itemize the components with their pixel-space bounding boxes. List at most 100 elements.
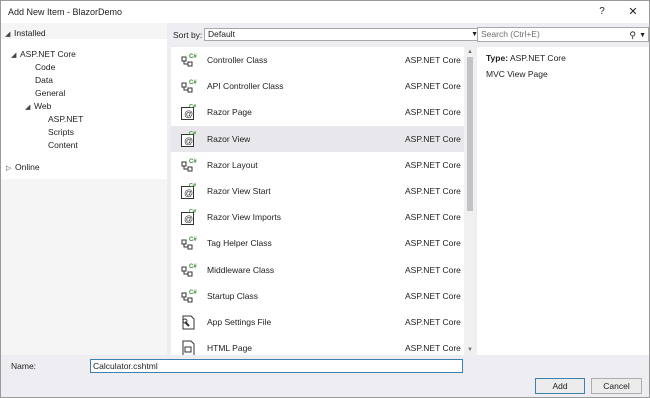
settings-file-icon xyxy=(179,313,197,331)
template-item-name: Middleware Class xyxy=(207,264,275,275)
tree-item-aspnet-core[interactable]: ◢ ASP.NET Core xyxy=(11,48,76,61)
template-item-language: ASP.NET Core xyxy=(405,317,461,327)
template-list-scrollbar[interactable]: ▲ ▼ xyxy=(464,47,476,355)
template-item[interactable]: C# API Controller Class ASP.NET Core xyxy=(171,73,464,99)
svg-text:C#: C# xyxy=(189,290,197,296)
template-item[interactable]: C# Tag Helper Class ASP.NET Core xyxy=(171,230,464,256)
html-page-icon xyxy=(179,339,197,355)
tree-item-label: Installed xyxy=(14,28,46,38)
svg-text:C#: C# xyxy=(189,159,197,165)
svg-text:@: @ xyxy=(184,214,193,224)
scroll-up-arrow-icon[interactable]: ▲ xyxy=(464,47,476,57)
template-item[interactable]: App Settings File ASP.NET Core xyxy=(171,309,464,335)
search-input[interactable]: Search (Ctrl+E) ⚲ ▼ xyxy=(477,27,649,42)
csharp-class-icon: C# xyxy=(179,51,197,69)
type-value: ASP.NET Core xyxy=(509,53,566,63)
sort-by-value: Default xyxy=(208,29,235,39)
template-item[interactable]: C# Startup Class ASP.NET Core xyxy=(171,283,464,309)
csharp-class-icon: C# xyxy=(179,261,197,279)
template-item[interactable]: C# Controller Class ASP.NET Core xyxy=(171,47,464,73)
svg-text:C#: C# xyxy=(189,183,196,189)
template-item-name: Razor View Start xyxy=(207,186,271,196)
add-button[interactable]: Add xyxy=(535,378,585,394)
svg-text:@: @ xyxy=(184,136,193,146)
template-details: Type: ASP.NET Core MVC View Page xyxy=(477,47,649,355)
template-item[interactable]: @ C# Razor View Start ASP.NET Core xyxy=(171,178,464,204)
svg-text:C#: C# xyxy=(189,209,196,215)
template-item-name: HTML Page xyxy=(207,343,253,354)
dialog-title: Add New Item - BlazorDemo xyxy=(8,7,123,17)
template-item-language: ASP.NET Core xyxy=(405,238,461,249)
help-button[interactable]: ? xyxy=(591,4,613,20)
svg-text:@: @ xyxy=(184,188,193,198)
tree-item-label: Online xyxy=(15,162,40,172)
tree-item-web[interactable]: ◢ Web xyxy=(25,100,51,113)
template-item-language: ASP.NET Core xyxy=(405,81,461,92)
template-item-language: ASP.NET Core xyxy=(405,55,461,65)
csharp-class-icon: C# xyxy=(179,156,197,174)
svg-text:C#: C# xyxy=(189,80,197,86)
svg-text:C#: C# xyxy=(189,104,196,110)
template-item-language: ASP.NET Core xyxy=(405,343,461,354)
svg-text:C#: C# xyxy=(189,54,197,60)
template-item-name: API Controller Class xyxy=(207,81,284,92)
template-item-language: ASP.NET Core xyxy=(405,133,461,144)
chevron-down-icon[interactable]: ▼ xyxy=(639,29,646,42)
template-item[interactable]: HTML Page ASP.NET Core xyxy=(171,335,464,355)
template-item[interactable]: C# Razor Layout ASP.NET Core xyxy=(171,152,464,178)
template-item-language: ASP.NET Core xyxy=(405,159,461,170)
cancel-button[interactable]: Cancel xyxy=(591,378,642,394)
tree-item-label: Web xyxy=(34,101,52,111)
csharp-class-icon: C# xyxy=(179,77,197,95)
template-item[interactable]: @ C# Razor Page ASP.NET Core xyxy=(171,99,464,125)
tree-item-code[interactable]: Code xyxy=(35,61,55,74)
razor-icon: @ C# xyxy=(179,103,197,121)
csharp-class-icon: C# xyxy=(179,287,197,305)
tree-item-label: ASP.NET Core xyxy=(20,49,76,59)
sort-by-label: Sort by: xyxy=(173,30,203,40)
template-item-language: ASP.NET Core xyxy=(405,212,461,223)
collapse-arrow-icon[interactable]: ◢ xyxy=(11,49,20,62)
search-icon[interactable]: ⚲ xyxy=(629,29,636,42)
scroll-down-arrow-icon[interactable]: ▼ xyxy=(464,345,476,355)
tree-item-general[interactable]: General xyxy=(35,87,65,100)
svg-text:C#: C# xyxy=(189,264,197,270)
tree-item-data[interactable]: Data xyxy=(35,74,53,87)
template-item-name: App Settings File xyxy=(207,317,272,327)
details-description: MVC View Page xyxy=(486,69,548,79)
template-tree: ◢ Installed ◢ ASP.NET Core Code Data Gener… xyxy=(1,23,167,355)
svg-text:@: @ xyxy=(184,109,193,119)
name-label: Name: xyxy=(11,361,37,371)
template-item-name: Tag Helper Class xyxy=(207,238,272,249)
razor-icon: @ C# xyxy=(179,208,197,226)
details-type: Type: ASP.NET Core xyxy=(486,53,566,63)
template-item-name: Controller Class xyxy=(207,55,268,65)
template-item[interactable]: C# Middleware Class ASP.NET Core xyxy=(171,257,464,283)
svg-text:C#: C# xyxy=(189,237,197,243)
template-list: C# Controller Class ASP.NET Core C# API Cont… xyxy=(171,47,464,355)
template-item-language: ASP.NET Core xyxy=(405,290,461,301)
tree-item-online[interactable]: ▷ Online xyxy=(6,161,40,174)
type-label: Type: xyxy=(486,53,509,63)
csharp-class-icon: C# xyxy=(179,234,197,252)
add-new-item-dialog: Add New Item - BlazorDemo ? ✕ ◢ Installed… xyxy=(0,0,650,398)
template-item-name: Razor View xyxy=(207,133,251,144)
tree-item-scripts[interactable]: Scripts xyxy=(48,126,74,139)
name-field[interactable]: Calculator.cshtml xyxy=(90,359,463,373)
expand-arrow-icon[interactable]: ▷ xyxy=(6,162,15,175)
template-item[interactable]: @ C# Razor View ASP.NET Core xyxy=(171,125,464,152)
close-button[interactable]: ✕ xyxy=(622,4,644,20)
template-item-name: Startup Class xyxy=(207,290,259,301)
template-item-name: Razor View Imports xyxy=(207,212,282,223)
scroll-thumb[interactable] xyxy=(467,57,473,211)
svg-text:C#: C# xyxy=(189,131,196,137)
template-item-language: ASP.NET Core xyxy=(405,107,461,118)
search-placeholder: Search (Ctrl+E) xyxy=(481,29,540,39)
collapse-arrow-icon[interactable]: ◢ xyxy=(25,101,34,114)
template-item[interactable]: @ C# Razor View Imports ASP.NET Core xyxy=(171,204,464,230)
template-item-name: Razor Layout xyxy=(207,159,258,170)
tree-item-content[interactable]: Content xyxy=(48,139,78,152)
title-bar: Add New Item - BlazorDemo ? ✕ xyxy=(1,1,649,23)
tree-item-aspnet[interactable]: ASP.NET xyxy=(48,113,83,126)
sort-by-dropdown[interactable]: Default ▼ xyxy=(204,28,481,41)
